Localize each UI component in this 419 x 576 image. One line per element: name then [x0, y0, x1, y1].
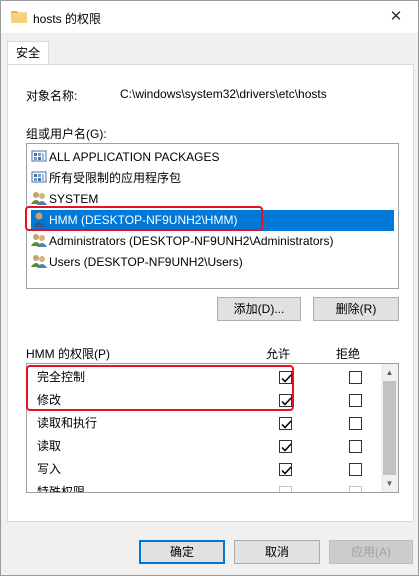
user-label: ALL APPLICATION PACKAGES [49, 150, 220, 164]
user-icon [33, 212, 45, 227]
deny-checkbox[interactable] [349, 394, 362, 407]
object-name-value: C:\windows\system32\drivers\etc\hosts [120, 87, 327, 101]
allow-checkbox[interactable] [279, 486, 292, 492]
deny-checkbox[interactable] [349, 417, 362, 430]
allow-header: 允许 [265, 347, 290, 361]
allow-checkbox[interactable] [279, 463, 292, 476]
window-title: hosts 的权限 [33, 12, 102, 26]
permissions-label: HMM 的权限(P) [26, 347, 110, 361]
close-icon: ✕ [389, 8, 403, 25]
permission-name: 修改 [37, 393, 62, 407]
permissions-list: 完全控制 修改 读取和执行 读取 写入 特殊权限 ▲ ▼ [26, 363, 399, 493]
users-group-icon [31, 234, 47, 247]
deny-checkbox[interactable] [349, 463, 362, 476]
list-item-hmm-selected[interactable]: HMM (DESKTOP-NF9UNH2\HMM) [31, 210, 394, 231]
permissions-dialog: hosts 的权限 ✕ 安全 对象名称: C:\windows\system32… [0, 0, 419, 576]
apply-button[interactable]: 应用(A) [329, 540, 413, 564]
group-user-list[interactable]: ALL APPLICATION PACKAGES 所有受限制的应用程序包 SYS… [26, 143, 399, 289]
permission-row-modify: 修改 [27, 389, 382, 412]
scroll-down-icon[interactable]: ▼ [381, 475, 398, 492]
list-item-system[interactable]: SYSTEM [31, 189, 394, 210]
deny-checkbox[interactable] [349, 371, 362, 384]
permission-row-read: 读取 [27, 435, 382, 458]
list-item-restricted-packages[interactable]: 所有受限制的应用程序包 [31, 168, 394, 189]
allow-checkbox[interactable] [279, 371, 292, 384]
permission-name: 读取 [37, 439, 62, 453]
ok-button[interactable]: 确定 [139, 540, 225, 564]
folder-icon [11, 11, 27, 23]
deny-checkbox[interactable] [349, 486, 362, 492]
add-button[interactable]: 添加(D)... [217, 297, 301, 321]
group-packages-icon [31, 171, 47, 183]
permission-name: 特殊权限 [37, 485, 86, 493]
list-item-all-application-packages[interactable]: ALL APPLICATION PACKAGES [31, 147, 394, 168]
permissions-scrollbar[interactable]: ▲ ▼ [381, 364, 398, 492]
group-packages-icon [31, 150, 47, 162]
list-item-administrators[interactable]: Administrators (DESKTOP-NF9UNH2\Administ… [31, 231, 394, 252]
user-label: Administrators (DESKTOP-NF9UNH2\Administ… [49, 234, 334, 248]
groups-label: 组或用户名(G): [26, 127, 107, 141]
user-label: 所有受限制的应用程序包 [49, 171, 182, 185]
scroll-thumb[interactable] [383, 381, 396, 475]
remove-button[interactable]: 删除(R) [313, 297, 399, 321]
permission-name: 读取和执行 [37, 416, 98, 430]
permission-row-full-control: 完全控制 [27, 366, 382, 389]
permission-row-write: 写入 [27, 458, 382, 481]
permission-name: 完全控制 [37, 370, 86, 384]
allow-checkbox[interactable] [279, 440, 292, 453]
users-group-icon [31, 255, 47, 268]
object-name-label: 对象名称: [26, 89, 78, 103]
deny-checkbox[interactable] [349, 440, 362, 453]
users-group-icon [31, 192, 47, 205]
security-panel: 对象名称: C:\windows\system32\drivers\etc\ho… [7, 64, 414, 522]
user-label: SYSTEM [49, 192, 99, 206]
close-button[interactable]: ✕ [374, 1, 418, 33]
cancel-button[interactable]: 取消 [234, 540, 320, 564]
permission-row-special: 特殊权限 [27, 481, 382, 493]
list-item-users[interactable]: Users (DESKTOP-NF9UNH2\Users) [31, 252, 394, 273]
deny-header: 拒绝 [335, 347, 360, 361]
scroll-up-icon[interactable]: ▲ [381, 364, 398, 381]
permission-row-read-execute: 读取和执行 [27, 412, 382, 435]
allow-checkbox[interactable] [279, 394, 292, 407]
user-label: Users (DESKTOP-NF9UNH2\Users) [49, 255, 243, 269]
allow-checkbox[interactable] [279, 417, 292, 430]
title-bar: hosts 的权限 ✕ [1, 1, 418, 33]
tab-security[interactable]: 安全 [7, 41, 49, 65]
user-label: HMM (DESKTOP-NF9UNH2\HMM) [49, 213, 238, 227]
permission-name: 写入 [37, 462, 62, 476]
